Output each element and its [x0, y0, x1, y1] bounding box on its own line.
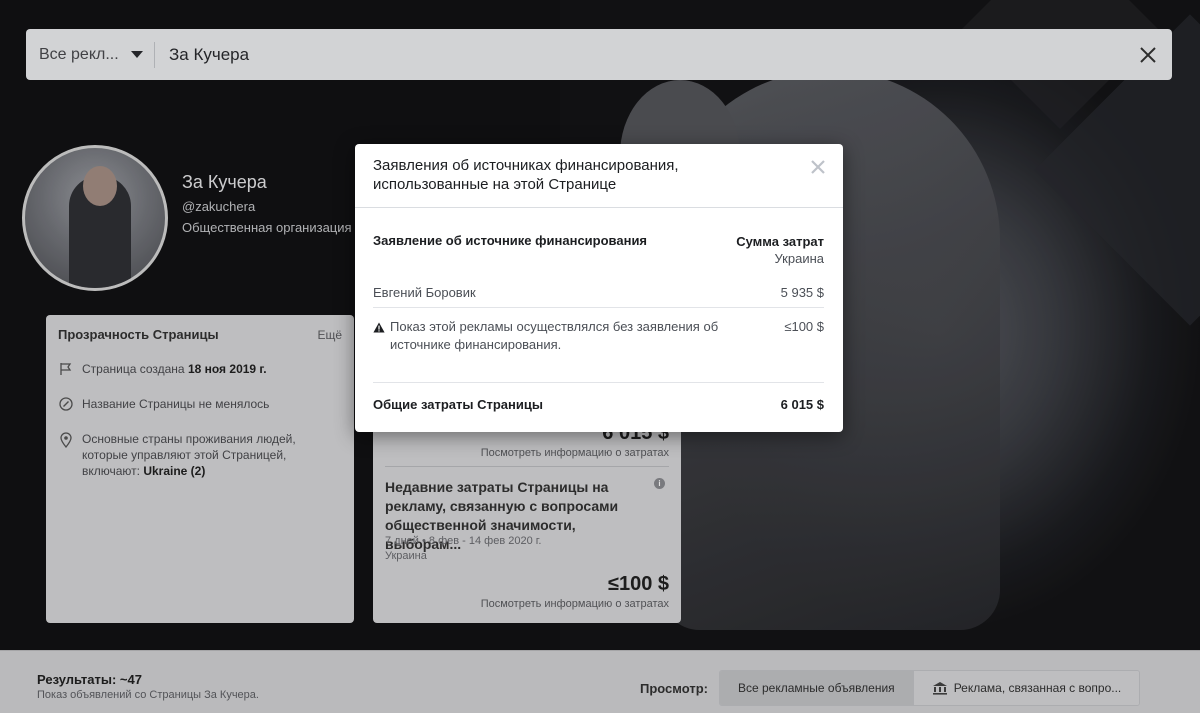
disclaimer-name: Евгений Боровик: [373, 285, 476, 300]
disclaimer-amount: ≤100 $: [784, 319, 824, 334]
close-icon: [811, 160, 825, 174]
total-label: Общие затраты Страницы: [373, 397, 543, 412]
warning-icon: [373, 318, 385, 354]
total-row: Общие затраты Страницы 6 015 $: [373, 397, 824, 412]
table-row: Евгений Боровик 5 935 $: [373, 285, 824, 300]
dialog-title: Заявления об источниках финансирования, …: [373, 157, 679, 193]
no-disclaimer-text: Показ этой рекламы осуществлялся без зая…: [390, 319, 719, 352]
dialog-header: Заявления об источниках финансирования, …: [355, 144, 843, 208]
table-row: Показ этой рекламы осуществлялся без зая…: [373, 318, 824, 354]
amount-header-label: Сумма затрат: [736, 234, 824, 249]
divider: [373, 307, 824, 308]
divider: [373, 382, 824, 383]
table-header: Заявление об источнике финансирования Су…: [373, 233, 824, 267]
column-header-amount: Сумма затрат Украина: [736, 233, 824, 267]
amount-header-country: Украина: [774, 251, 825, 266]
funding-disclaimers-dialog: Заявления об источниках финансирования, …: [355, 144, 843, 432]
disclaimer-name: Показ этой рекламы осуществлялся без зая…: [373, 318, 743, 354]
disclaimer-amount: 5 935 $: [780, 285, 824, 300]
close-dialog-button[interactable]: [809, 158, 827, 176]
column-header-disclaimer: Заявление об источнике финансирования: [373, 233, 648, 248]
total-amount: 6 015 $: [780, 397, 824, 412]
